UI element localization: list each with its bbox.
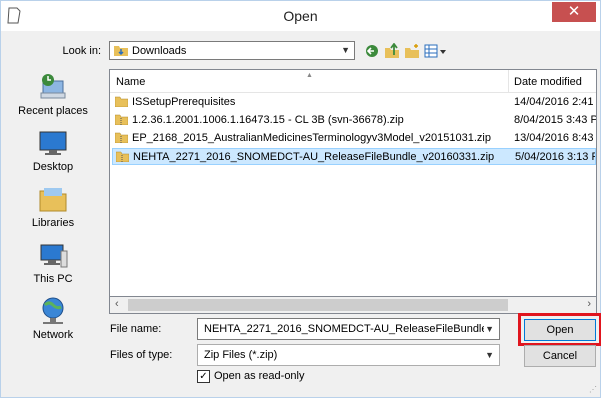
column-divider[interactable] [508,70,509,92]
filetype-value: Zip Files (*.zip) [204,349,278,361]
chevron-down-icon[interactable]: ▼ [485,324,494,334]
place-label: Desktop [32,161,74,173]
lookin-dropdown[interactable]: Downloads ▼ [109,41,355,60]
cancel-button[interactable]: Cancel [524,345,596,367]
place-this-pc[interactable]: This PC [5,239,101,285]
file-date: 8/04/2015 3:43 PI [514,114,596,126]
file-name: 1.2.36.1.2001.1006.1.16473.15 - CL 3B (s… [132,114,404,126]
back-icon[interactable] [364,43,380,59]
place-recent-places[interactable]: Recent places [5,71,101,117]
downloads-folder-icon [114,45,128,56]
filetype-label: Files of type: [110,349,173,361]
scroll-right-icon[interactable]: › [587,298,591,310]
close-button[interactable]: ✕ [552,2,596,22]
filename-input[interactable]: NEHTA_2271_2016_SNOMEDCT-AU_ReleaseFileB… [197,318,500,340]
file-row-selected[interactable]: NEHTA_2271_2016_SNOMEDCT-AU_ReleaseFileB… [112,148,596,165]
window-title: Open [283,8,318,24]
file-date: 5/04/2016 3:13 PI [515,151,596,163]
file-list[interactable]: ▲ Name Date modified ISSetupPrerequisite… [109,69,597,297]
zip-folder-icon [115,151,130,163]
place-libraries[interactable]: Libraries [5,183,101,229]
column-header-date-modified[interactable]: Date modified [514,76,582,88]
filename-value: NEHTA_2271_2016_SNOMEDCT-AU_ReleaseFileB… [204,323,484,335]
new-folder-icon[interactable] [404,43,420,59]
file-row[interactable]: ISSetupPrerequisites 14/04/2016 2:41 P [112,94,596,111]
resize-grip-icon[interactable]: ⋰ [589,385,597,394]
file-name: ISSetupPrerequisites [132,96,236,108]
folder-icon [114,96,129,108]
chevron-down-icon[interactable]: ▼ [485,350,494,360]
column-header-name[interactable]: Name [116,76,145,88]
view-menu-icon[interactable] [424,43,448,59]
filename-label: File name: [110,323,162,335]
place-desktop[interactable]: Desktop [5,127,101,173]
lookin-label: Look in: [62,45,101,57]
file-row[interactable]: 1.2.36.1.2001.1006.1.16473.15 - CL 3B (s… [112,112,596,129]
place-label: Network [32,329,74,341]
readonly-checkbox[interactable]: ✓ [197,370,210,383]
readonly-label: Open as read-only [214,370,305,382]
file-name: NEHTA_2271_2016_SNOMEDCT-AU_ReleaseFileB… [133,151,495,163]
this-pc-icon [37,239,69,271]
desktop-icon [37,127,69,159]
list-header: ▲ Name Date modified [110,70,596,93]
filetype-dropdown[interactable]: Zip Files (*.zip) ▼ [197,344,500,366]
file-date: 14/04/2016 2:41 P [514,96,596,108]
dialog-body: Look in: Downloads ▼ Recent places Deskt… [1,31,601,397]
libraries-icon [37,183,69,215]
open-dialog: Open ✕ Look in: Downloads ▼ Recent place… [0,0,601,398]
file-name: EP_2168_2015_AustralianMedicinesTerminol… [132,132,491,144]
scrollbar-thumb[interactable] [128,299,508,311]
recent-places-icon [37,71,69,103]
title-bar: Open ✕ [1,1,600,31]
highlight-box [518,313,601,346]
chevron-down-icon[interactable]: ▼ [341,45,350,55]
horizontal-scrollbar[interactable]: ‹ › [109,297,597,314]
file-date: 13/04/2016 8:43 F [514,132,596,144]
sort-ascending-icon: ▲ [306,72,313,79]
zip-folder-icon [114,114,129,126]
up-folder-icon[interactable] [384,42,400,59]
lookin-value: Downloads [132,45,187,57]
place-label: Recent places [18,105,88,117]
file-row[interactable]: EP_2168_2015_AustralianMedicinesTerminol… [112,130,596,147]
places-bar: Recent places Desktop Libraries This PC [5,71,101,387]
scroll-left-icon[interactable]: ‹ [115,298,119,310]
place-label: This PC [33,273,73,285]
network-icon [37,295,69,327]
place-label: Libraries [31,217,75,229]
zip-folder-icon [114,132,129,144]
place-network[interactable]: Network [5,295,101,341]
